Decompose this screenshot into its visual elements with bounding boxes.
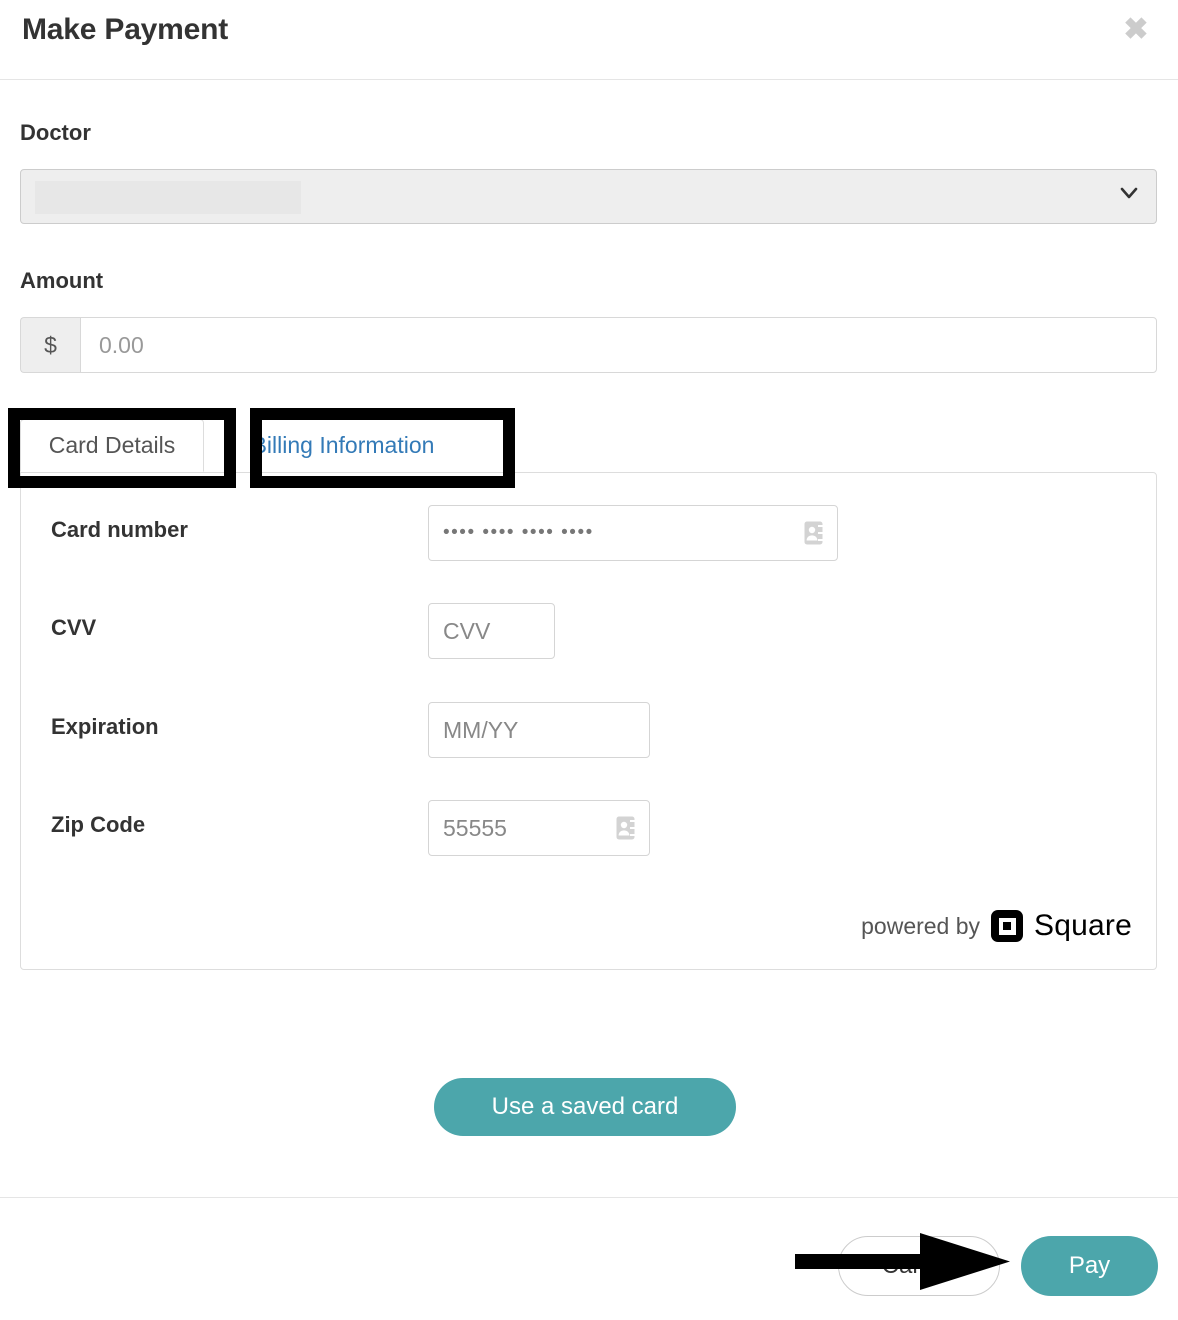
form-row-expiration: Expiration MM/YY bbox=[21, 702, 1156, 762]
contact-card-autofill-icon[interactable] bbox=[616, 816, 635, 840]
form-row-zip-code: Zip Code 55555 bbox=[21, 800, 1156, 860]
contact-card-autofill-icon[interactable] bbox=[804, 521, 823, 545]
zip-code-placeholder: 55555 bbox=[443, 814, 507, 841]
chevron-down-icon bbox=[1118, 182, 1140, 204]
zip-code-label: Zip Code bbox=[51, 812, 146, 837]
form-row-cvv: CVV CVV bbox=[21, 603, 1156, 663]
doctor-label: Doctor bbox=[20, 120, 91, 145]
zip-code-input[interactable]: 55555 bbox=[428, 800, 650, 856]
powered-by-label: powered by bbox=[861, 912, 981, 939]
doctor-select[interactable] bbox=[20, 169, 1157, 224]
close-icon[interactable]: ✖ bbox=[1118, 12, 1154, 48]
doctor-selected-value-redacted bbox=[35, 181, 301, 214]
modal-footer: Cancel Pay bbox=[0, 1197, 1178, 1320]
expiration-input[interactable]: MM/YY bbox=[428, 702, 650, 758]
cancel-button[interactable]: Cancel bbox=[838, 1236, 1000, 1296]
card-number-input[interactable]: •••• •••• •••• •••• bbox=[428, 505, 838, 561]
cvv-input[interactable]: CVV bbox=[428, 603, 555, 659]
expiration-label: Expiration bbox=[51, 714, 159, 739]
card-number-placeholder: •••• •••• •••• •••• bbox=[443, 522, 594, 543]
square-wordmark: Square bbox=[1034, 909, 1132, 942]
tab-card-details[interactable]: Card Details bbox=[20, 419, 204, 472]
amount-input[interactable] bbox=[80, 317, 1157, 373]
card-number-label: Card number bbox=[51, 517, 188, 542]
card-details-panel: Card number •••• •••• •••• •••• CVV CVV … bbox=[20, 472, 1157, 970]
use-saved-card-button[interactable]: Use a saved card bbox=[434, 1078, 736, 1136]
cvv-label: CVV bbox=[51, 615, 97, 640]
modal-header: Make Payment ✖ bbox=[0, 0, 1178, 80]
amount-input-group: $ bbox=[20, 317, 1157, 373]
square-logo-icon bbox=[991, 910, 1024, 942]
expiration-placeholder: MM/YY bbox=[443, 716, 519, 743]
currency-prefix: $ bbox=[20, 317, 80, 373]
amount-label: Amount bbox=[20, 268, 104, 293]
page-title: Make Payment bbox=[22, 13, 229, 46]
square-branding: powered by Square bbox=[861, 909, 1132, 943]
cvv-placeholder: CVV bbox=[443, 617, 491, 644]
form-row-card-number: Card number •••• •••• •••• •••• bbox=[21, 505, 1156, 565]
pay-button[interactable]: Pay bbox=[1021, 1236, 1158, 1296]
tab-billing-information[interactable]: Billing Information bbox=[228, 419, 458, 472]
